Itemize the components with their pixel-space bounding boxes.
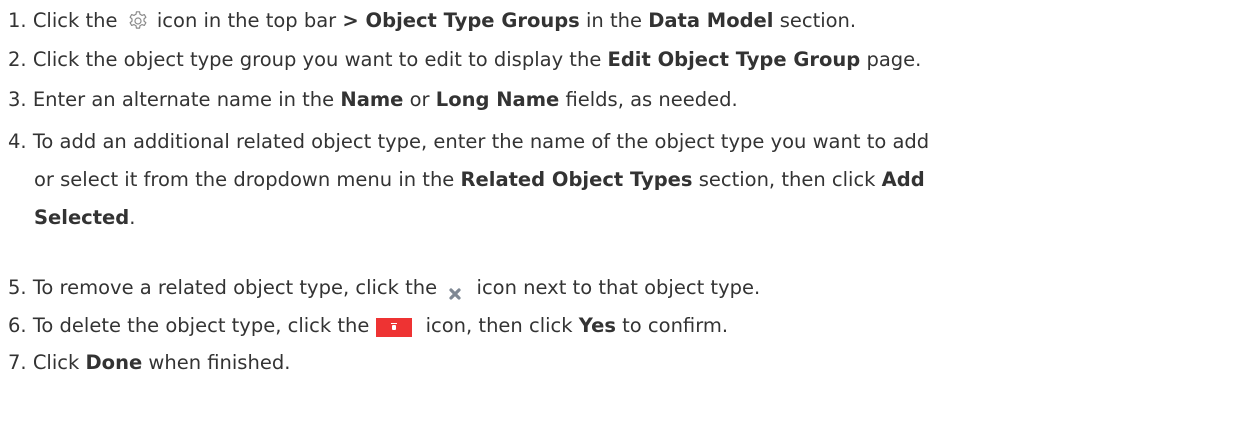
step-text: when finished. — [148, 351, 291, 374]
step-text: icon in the top bar — [156, 9, 337, 32]
gear-icon — [129, 11, 147, 29]
step-text: To delete the object type, click the — [32, 314, 370, 337]
step-text-bold: Edit Object Type Group — [607, 48, 861, 71]
step-text: To add an additional related object type… — [32, 130, 930, 153]
close-icon — [449, 288, 461, 300]
step-text-bold: Yes — [578, 314, 616, 337]
step-text: Click the — [32, 9, 118, 32]
step-number: 1. — [8, 9, 27, 32]
step-3: 3. Enter an alternate name in the Name o… — [8, 82, 1240, 118]
step-7: 7. Click Done when finished. — [8, 345, 1240, 381]
step-text: or — [409, 88, 430, 111]
trash-lid — [390, 323, 397, 324]
step-2: 2. Click the object type group you want … — [8, 42, 1240, 78]
trash-can — [391, 325, 396, 330]
step-text: Click the object type group you want to … — [32, 48, 602, 71]
step-1: 1. Click the icon in the top bar > Objec… — [8, 3, 1240, 39]
step-text-bold: Selected — [34, 206, 130, 229]
step-number: 6. — [8, 314, 27, 337]
step-text-bold: Data Model — [648, 9, 774, 32]
step-text: icon next to that object type. — [476, 276, 761, 299]
step-text-bold: Related Object Types — [460, 168, 693, 191]
step-number: 3. — [8, 88, 27, 111]
step-text: Click — [32, 351, 80, 374]
step-text: . — [129, 206, 136, 229]
step-text-bold: Name — [340, 88, 404, 111]
step-text-bold: Long Name — [435, 88, 560, 111]
step-text: section, then click — [698, 168, 876, 191]
step-number: 5. — [8, 276, 27, 299]
step-text-bold: > Object Type Groups — [342, 9, 580, 32]
step-text: to confirm. — [622, 314, 729, 337]
step-text: or select it from the dropdown menu in t… — [34, 168, 455, 191]
step-number: 7. — [8, 351, 27, 374]
step-6: 6. To delete the object type, click the … — [8, 308, 1240, 344]
step-text: section. — [779, 9, 857, 32]
step-text: icon, then click — [425, 314, 573, 337]
step-text: page. — [866, 48, 922, 71]
step-text-bold: Done — [85, 351, 143, 374]
step-text: To remove a related object type, click t… — [32, 276, 438, 299]
step-5: 5. To remove a related object type, clic… — [8, 270, 1240, 306]
step-number: 4. — [8, 130, 27, 153]
step-text: in the — [586, 9, 642, 32]
step-text-bold: Add — [881, 168, 925, 191]
step-number: 2. — [8, 48, 27, 71]
trash-icon — [375, 318, 412, 337]
step-text: Enter an alternate name in the — [32, 88, 335, 111]
step-text: fields, as needed. — [565, 88, 738, 111]
step-4: 4. To add an additional related object t… — [8, 123, 1240, 237]
